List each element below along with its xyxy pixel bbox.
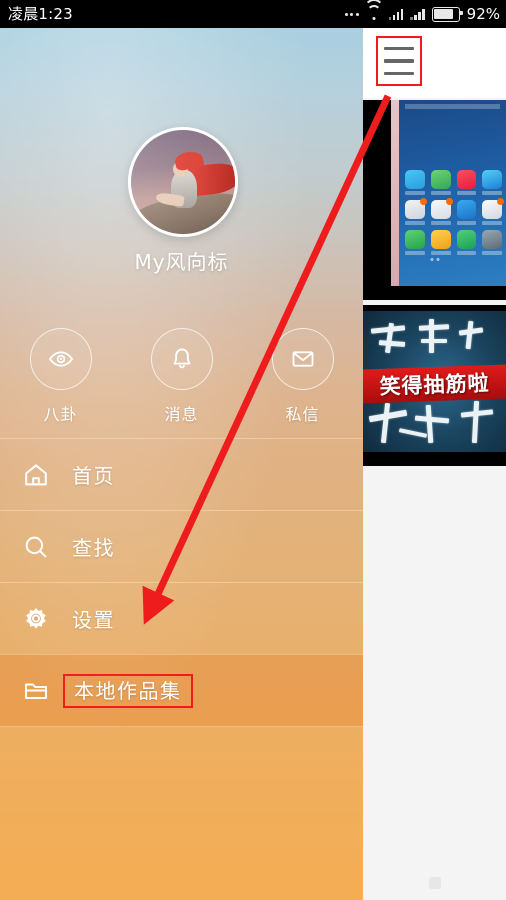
phone-status-row: [405, 104, 500, 109]
sidebar-item-local-gallery[interactable]: 本地作品集: [0, 654, 363, 727]
menu-icon-slot: [0, 533, 72, 561]
battery-percent: 92%: [466, 5, 500, 23]
drawer-menu-list: 首页 查找 设置 本地作品集: [0, 438, 363, 727]
app-icon-browser: [456, 230, 477, 249]
wifi-icon: [363, 0, 384, 20]
page-indicator: [430, 258, 439, 261]
quick-action-circle: [150, 328, 213, 390]
thumbnail-phone-homescreen[interactable]: [363, 100, 506, 300]
envelope-icon: [292, 351, 313, 367]
quick-action-circle: [271, 328, 334, 390]
menu-icon-slot: [0, 461, 72, 489]
banner-red-strip: 笑得抽筋啦: [363, 364, 506, 404]
status-bar: 凌晨1:23 92%: [0, 0, 506, 28]
hamburger-line: [384, 71, 414, 76]
gear-icon: [26, 607, 46, 629]
sidebar-item-home[interactable]: 首页: [0, 438, 363, 510]
quick-action-label: 消息: [164, 405, 199, 424]
hamburger-line: [384, 46, 414, 51]
banner-text: 笑得抽筋啦: [379, 371, 490, 399]
search-icon: [25, 536, 47, 557]
eye-icon: [48, 351, 73, 367]
letterbox-bottom: [363, 452, 506, 466]
signal-icon: [388, 8, 404, 20]
sidebar-item-search[interactable]: 查找: [0, 510, 363, 582]
quick-action-direct-message[interactable]: 私信: [258, 328, 348, 425]
thumbnail-calligraphy-banner[interactable]: 笑得抽筋啦: [363, 305, 506, 466]
app-icon-weather: [405, 170, 425, 189]
quick-action-bagua[interactable]: 八卦: [16, 328, 106, 425]
quick-action-label: 八卦: [43, 405, 78, 424]
app-icon-folder: [430, 198, 453, 219]
more-dots-icon: [344, 12, 359, 16]
sidebar-item-settings[interactable]: 设置: [0, 582, 363, 654]
app-icon-phone: [405, 230, 425, 249]
phone-app-grid: [405, 170, 504, 255]
app-icon-gallery: [430, 170, 451, 189]
bell-icon: [173, 348, 190, 369]
folder-icon: [24, 682, 48, 699]
sidebar-item-label: 本地作品集: [63, 673, 193, 708]
hamburger-menu-button[interactable]: [376, 36, 422, 86]
app-icon-tools-folder: [405, 198, 427, 219]
navigation-drawer: My风向标 八卦 消息 私信 首页 查找 设置 本地作品集: [0, 28, 363, 900]
watermark: [363, 872, 506, 894]
home-icon: [25, 463, 47, 485]
app-icon-camera: [482, 230, 502, 249]
signal-icon: [410, 8, 425, 20]
sidebar-item-label: 查找: [72, 536, 115, 560]
quick-action-messages[interactable]: 消息: [137, 328, 227, 425]
app-icon-security: [456, 200, 477, 219]
watermark-icon: [428, 877, 441, 889]
avatar[interactable]: [128, 127, 238, 237]
status-bar-icons: 92%: [344, 0, 500, 28]
quick-action-circle: [29, 328, 92, 390]
hamburger-line: [384, 59, 414, 63]
battery-icon: [431, 6, 463, 22]
app-top-bar: [363, 28, 506, 98]
sidebar-item-label: 首页: [72, 464, 115, 488]
app-icon-messages: [430, 230, 451, 249]
content-panel: 笑得抽筋啦: [363, 28, 506, 900]
sidebar-item-label: 设置: [72, 608, 115, 632]
app-icon-theme: [482, 170, 502, 189]
menu-icon-slot: [0, 605, 72, 633]
quick-action-label: 私信: [285, 405, 320, 424]
app-icon-music: [456, 170, 477, 189]
status-bar-time: 凌晨1:23: [8, 5, 73, 23]
app-icon-utilities: [482, 198, 504, 219]
username-label: My风向标: [134, 250, 229, 274]
phone-screenshot: 凌晨1:23 92% 笑得抽筋啦 My风向标 八卦 消息 私信 首页 查找 设置…: [0, 0, 506, 900]
menu-icon-slot: [0, 677, 72, 705]
quick-actions-row: 八卦 消息 私信: [0, 328, 363, 428]
